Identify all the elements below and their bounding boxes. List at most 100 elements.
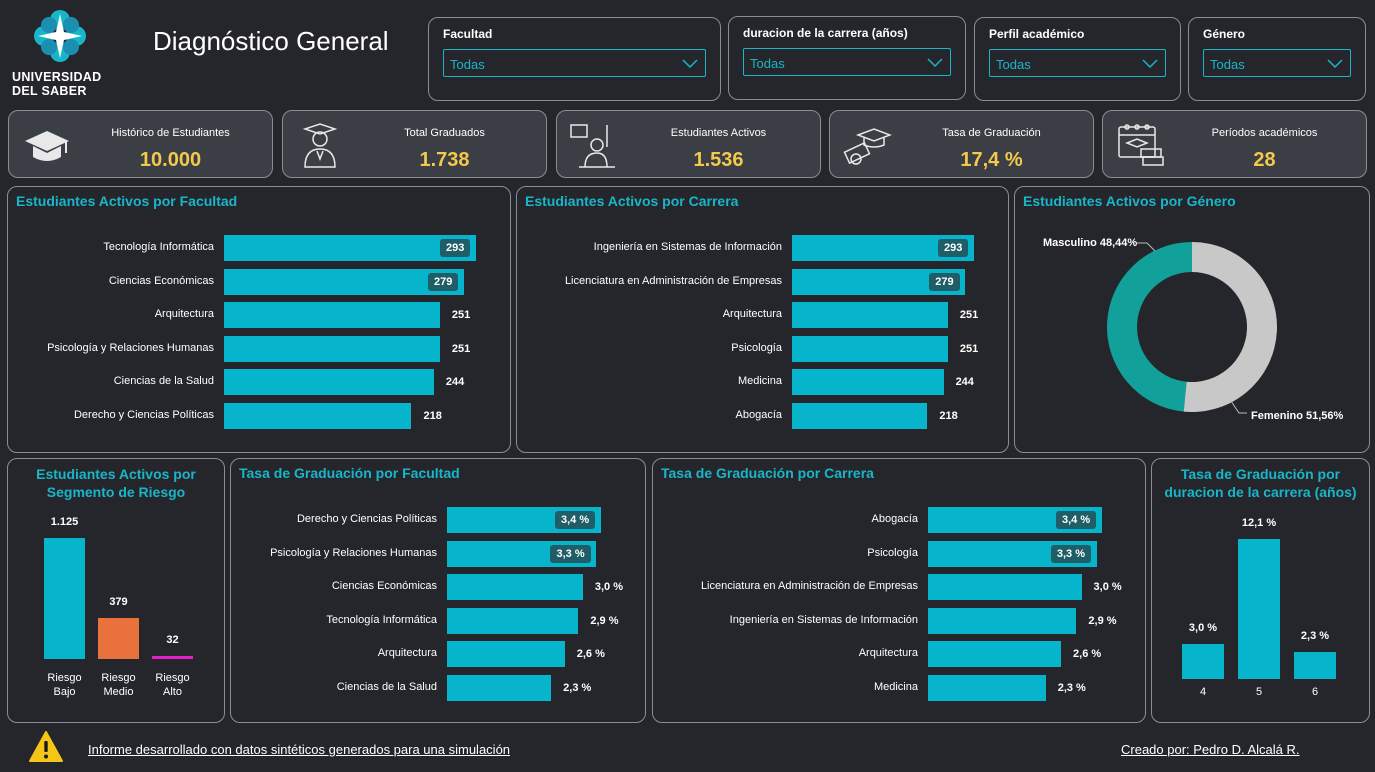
kpi-periodos: Períodos académicos 28 bbox=[1102, 110, 1367, 178]
bar-value-label: 2,9 % bbox=[590, 614, 619, 627]
donut-slice bbox=[1107, 242, 1192, 412]
chart-segmento-riesgo: Estudiantes Activos por Segmento de Ries… bbox=[7, 458, 225, 723]
bar-category-label: Arquitectura bbox=[858, 647, 918, 659]
page-title: Diagnóstico General bbox=[153, 26, 389, 56]
disclaimer-link[interactable]: Informe desarrollado con datos sintético… bbox=[88, 742, 510, 757]
kpi-graduados: Total Graduados 1.738 bbox=[282, 110, 547, 178]
kpi-value: 1.536 bbox=[693, 149, 744, 171]
bar-value-label: 293 bbox=[938, 239, 969, 257]
chart-title: Estudiantes Activos por Segmento de Ries… bbox=[36, 466, 196, 500]
perfil-dropdown[interactable]: Todas bbox=[989, 49, 1166, 77]
chart-title: Estudiantes Activos por Facultad bbox=[16, 193, 238, 209]
bar bbox=[447, 674, 552, 701]
bar-category-label: Derecho y Ciencias Políticas bbox=[73, 408, 214, 421]
bar-category-label: Ciencias de la Salud bbox=[113, 375, 214, 387]
bar-value-label: 2,3 % bbox=[1057, 681, 1086, 694]
filter-genero: Género Todas bbox=[1188, 17, 1366, 101]
bar bbox=[928, 674, 1046, 701]
logo-text-line2: DEL SABER bbox=[12, 84, 87, 98]
bar bbox=[447, 607, 579, 634]
bar-category-label: Abogacía bbox=[735, 408, 782, 421]
bar bbox=[447, 641, 565, 667]
bar-category-label: Licenciatura en Administración de Empres… bbox=[700, 580, 918, 592]
kpi-label: Tasa de Graduación bbox=[942, 127, 1041, 139]
bar-category-label: Tecnología Informática bbox=[326, 613, 437, 626]
chart-title: Estudiantes Activos por Carrera bbox=[525, 193, 739, 209]
bar-category-label: Ingeniería en Sistemas de Información bbox=[729, 613, 918, 626]
kpi-label: Total Graduados bbox=[404, 127, 485, 139]
bar-category-label: Riesgo Bajo bbox=[47, 672, 82, 698]
bar-category-label: Derecho y Ciencias Políticas bbox=[296, 513, 437, 525]
bar-category-label: Arquitectura bbox=[722, 308, 782, 320]
diploma-cap-icon bbox=[843, 128, 892, 165]
author-credit-link[interactable]: Creado por: Pedro D. Alcalá R. bbox=[1121, 742, 1299, 757]
bar-category-label: Ciencias Económicas bbox=[108, 274, 214, 287]
bar bbox=[928, 574, 1082, 600]
bar-category-label: Psicología bbox=[867, 546, 918, 559]
bar bbox=[447, 574, 583, 600]
bar-value-label: 251 bbox=[959, 342, 979, 355]
bar bbox=[1238, 539, 1280, 679]
bar bbox=[224, 335, 440, 362]
chart-title: Tasa de Graduación por Carrera bbox=[661, 465, 874, 481]
graduation-cap-icon bbox=[25, 131, 69, 161]
filter-facultad: Facultad Todas bbox=[428, 17, 721, 101]
filter-label: Género bbox=[1203, 27, 1246, 41]
bar-category-label: 6 bbox=[1311, 686, 1319, 698]
kpi-label: Estudiantes Activos bbox=[670, 127, 767, 139]
bar-category-label: Licenciatura en Administración de Empres… bbox=[564, 274, 782, 287]
bar-value-label: 3,3 % bbox=[1050, 544, 1092, 563]
bar-value-label: 2,6 % bbox=[1073, 648, 1102, 660]
logo-text-line1: UNIVERSIDAD bbox=[12, 70, 102, 84]
kpi-value: 17,4 % bbox=[960, 149, 1023, 171]
bar-value-label: 251 bbox=[959, 309, 979, 321]
donut-slice bbox=[1183, 242, 1277, 412]
bar-value-label: 3,0 % bbox=[594, 581, 624, 593]
bar bbox=[792, 335, 948, 362]
bar-value-label: 3,3 % bbox=[550, 544, 591, 563]
bar-value-label: 379 bbox=[109, 596, 128, 609]
bar-value-label: 251 bbox=[451, 342, 471, 355]
bar-value-label: 3,4 % bbox=[555, 511, 596, 529]
leader-line bbox=[1137, 242, 1156, 252]
kpi-tasa: Tasa de Graduación 17,4 % bbox=[829, 110, 1094, 178]
bar bbox=[1182, 644, 1224, 679]
bar-category-label: 4 bbox=[1199, 686, 1207, 698]
bar-value-label: 2,9 % bbox=[1088, 614, 1117, 627]
bar-value-label: 218 bbox=[939, 409, 958, 422]
dropdown-value: Todas bbox=[750, 56, 785, 71]
leader-line bbox=[1230, 400, 1247, 414]
kpi-label: Períodos académicos bbox=[1211, 127, 1318, 139]
bar-category-label: Psicología y Relaciones Humanas bbox=[270, 546, 437, 559]
dropdown-value: Todas bbox=[1210, 57, 1245, 72]
star-emblem-icon bbox=[34, 10, 86, 62]
student-raising-hand-icon bbox=[570, 124, 615, 168]
kpi-value: 1.738 bbox=[419, 149, 470, 171]
bar-category-label: Ciencias Económicas bbox=[331, 580, 437, 592]
bar-value-label: 3,0 % bbox=[1093, 581, 1122, 593]
bar bbox=[792, 369, 944, 395]
bar-category-label: Riesgo Alto bbox=[155, 672, 190, 698]
filter-perfil: Perfil académico Todas bbox=[974, 17, 1181, 101]
genero-dropdown[interactable]: Todas bbox=[1203, 49, 1351, 77]
bar-value-label: 279 bbox=[929, 272, 960, 291]
donut-label-masculino: Masculino 48,44% bbox=[1043, 237, 1138, 249]
bar-category-label: Ciencias de la Salud bbox=[336, 680, 437, 693]
chevron-down-icon bbox=[1142, 59, 1158, 69]
duracion-dropdown[interactable]: Todas bbox=[743, 48, 951, 76]
dropdown-value: Todas bbox=[450, 57, 485, 72]
kpi-value: 10.000 bbox=[139, 149, 202, 171]
bar-category-label: Abogacía bbox=[871, 513, 918, 525]
bar-value-label: 293 bbox=[440, 239, 471, 257]
kpi-activos: Estudiantes Activos 1.536 bbox=[556, 110, 821, 178]
facultad-dropdown[interactable]: Todas bbox=[443, 49, 706, 77]
chart-activos-por-genero: Estudiantes Activos por Género Masculino… bbox=[1014, 186, 1370, 453]
bar-value-label: 12,1 % bbox=[1241, 517, 1277, 529]
chart-tasa-por-carrera: Tasa de Graduación por Carrera Abogacía 3… bbox=[652, 458, 1146, 723]
chevron-down-icon bbox=[1327, 59, 1343, 69]
bar-category-label: Medicina bbox=[737, 375, 782, 387]
bar-category-label: Riesgo Medio bbox=[101, 672, 136, 698]
bar-category-label: Psicología y Relaciones Humanas bbox=[47, 341, 214, 354]
graduate-person-icon bbox=[302, 123, 338, 168]
bar bbox=[792, 302, 948, 328]
